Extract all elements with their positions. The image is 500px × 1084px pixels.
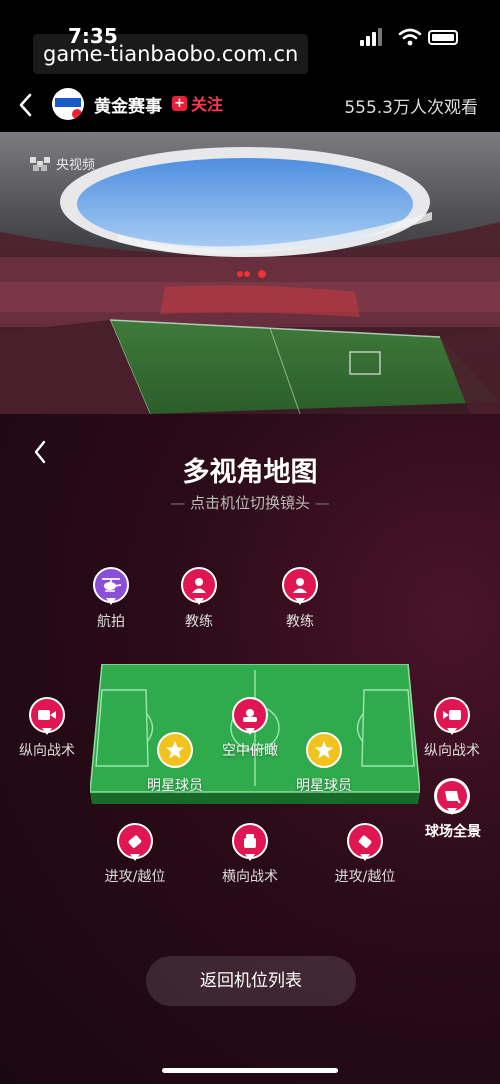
wifi-icon <box>398 28 422 46</box>
video-camera-icon <box>38 710 56 720</box>
camera-sky-view-label: 空中俯瞰 <box>222 743 278 759</box>
camera-star-right-label: 明星球员 <box>296 778 352 794</box>
tag-camera-icon <box>358 835 372 848</box>
signal-icon <box>360 28 384 46</box>
camera-vertical-right-label: 纵向战术 <box>424 743 480 759</box>
camera-coach-left[interactable] <box>181 567 217 605</box>
pitch-map <box>90 664 420 804</box>
camera-coach-left-label: 教练 <box>185 614 213 630</box>
camera-vertical-right[interactable] <box>434 697 470 735</box>
star-icon <box>315 741 333 759</box>
stadium-video-frame <box>0 132 500 414</box>
camera-icon <box>244 834 256 848</box>
panel-subtitle: — 点击机位切换镜头 — <box>170 494 330 512</box>
camera-aerial[interactable] <box>93 567 129 605</box>
camera-star-right[interactable] <box>306 732 342 768</box>
star-icon <box>166 741 184 759</box>
camera-panorama-label: 球场全景 <box>425 824 481 840</box>
view-count: 555.3万人次观看 <box>344 98 478 118</box>
panel-title: 多视角地图 <box>182 457 318 488</box>
camera-attack-right[interactable] <box>347 823 383 861</box>
camera-attack-left-label: 进攻/越位 <box>104 869 166 885</box>
camera-horizontal-label: 横向战术 <box>222 869 278 885</box>
panorama-camera-icon <box>445 791 461 804</box>
coach-icon <box>192 578 206 593</box>
camera-panorama[interactable] <box>434 778 470 815</box>
camera-aerial-label: 航拍 <box>97 614 125 630</box>
camera-vertical-left-label: 纵向战术 <box>19 743 75 759</box>
back-arrow-icon[interactable] <box>14 90 38 120</box>
camera-star-left[interactable] <box>157 732 193 768</box>
cctv-logo-icon <box>30 156 50 171</box>
channel-avatar[interactable] <box>52 88 84 120</box>
watermark-url: game-tianbaobo.com.cn <box>33 34 309 74</box>
drone-icon <box>243 709 257 722</box>
follow-label: 关注 <box>191 95 224 114</box>
return-camera-list-button[interactable]: 返回机位列表 <box>146 956 356 1006</box>
camera-star-left-label: 明星球员 <box>147 778 203 794</box>
camera-vertical-left[interactable] <box>29 697 65 735</box>
live-header: 黄金赛事 + 关注 555.3万人次观看 <box>0 80 500 132</box>
follow-button[interactable]: + 关注 <box>172 92 223 114</box>
status-icons <box>360 28 460 48</box>
coach-icon <box>293 578 307 593</box>
video-source-tag: 央视频 <box>30 154 95 173</box>
camera-coach-right-label: 教练 <box>286 614 314 630</box>
camera-horizontal[interactable] <box>232 823 268 861</box>
channel-name[interactable]: 黄金赛事 <box>94 92 162 117</box>
panel-subtitle-text: 点击机位切换镜头 <box>189 494 310 512</box>
battery-icon <box>428 30 458 45</box>
plus-icon: + <box>172 95 187 111</box>
multi-view-panel: 多视角地图 — 点击机位切换镜头 — 航拍 教练 教练 纵向战术 纵向战术 空中… <box>0 414 500 1084</box>
tag-camera-icon <box>128 835 142 848</box>
camera-attack-right-label: 进攻/越位 <box>334 869 396 885</box>
camera-coach-right[interactable] <box>282 567 318 605</box>
camera-attack-left[interactable] <box>117 823 153 861</box>
camera-sky-view[interactable] <box>232 697 268 735</box>
helicopter-icon <box>102 578 122 592</box>
status-bar: 7:35 game-tianbaobo.com.cn <box>0 0 500 80</box>
video-source-label: 央视频 <box>56 158 96 173</box>
video-player[interactable]: 央视频 <box>0 132 500 414</box>
video-camera-icon <box>443 710 461 720</box>
home-indicator[interactable] <box>162 1068 338 1073</box>
